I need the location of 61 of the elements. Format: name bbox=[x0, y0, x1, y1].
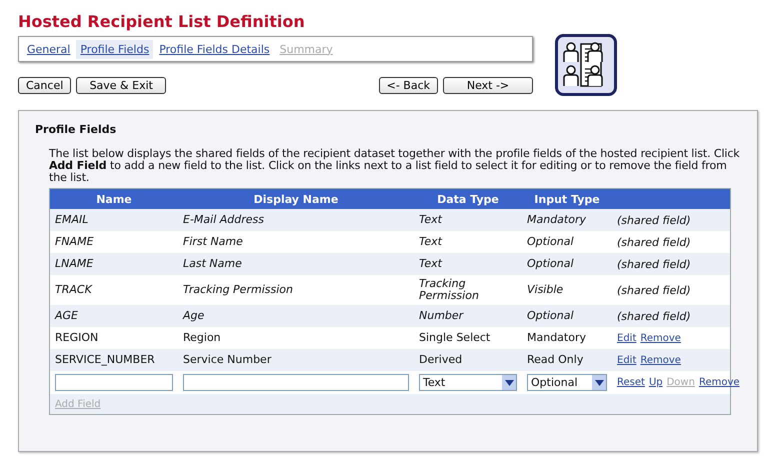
data-type-select[interactable]: Text bbox=[419, 374, 517, 391]
tab[interactable]: Profile Fields Details bbox=[155, 40, 274, 58]
shared-field-note: (shared field) bbox=[617, 256, 691, 272]
action-button[interactable]: Save & Exit bbox=[76, 77, 166, 94]
tab[interactable]: General bbox=[23, 40, 74, 58]
table-cell-text: Region bbox=[182, 330, 222, 346]
column-header: Input Type bbox=[533, 192, 601, 206]
action-button[interactable]: Cancel bbox=[18, 77, 72, 94]
people-list-icon bbox=[555, 34, 617, 96]
table-cell-text: Service Number bbox=[182, 352, 272, 368]
section-heading: Profile Fields bbox=[35, 123, 118, 136]
table-cell-text: Mandatory bbox=[526, 330, 588, 346]
table-cell-text: Derived bbox=[418, 352, 464, 368]
table-cell-text: Last Name bbox=[182, 256, 243, 272]
tab[interactable]: Profile Fields bbox=[76, 40, 154, 58]
table-cell-text: LNAME bbox=[54, 256, 94, 272]
name-input[interactable] bbox=[55, 374, 173, 391]
table-cell-text: TRACK bbox=[54, 282, 94, 298]
column-header: Data Type bbox=[436, 192, 500, 206]
column-header: Display Name bbox=[252, 192, 340, 206]
table-cell-text: SERVICE_NUMBER bbox=[54, 352, 156, 368]
row-link[interactable]: Edit bbox=[617, 332, 636, 344]
table-cell-text: Text bbox=[418, 256, 444, 272]
input-type-select[interactable]: Optional bbox=[527, 374, 607, 391]
table-cell-text: First Name bbox=[182, 234, 244, 250]
table-cell-text: Mandatory bbox=[526, 212, 588, 228]
table-cell-text: Tracking Permission bbox=[418, 276, 480, 304]
nav-button[interactable]: <- Back bbox=[378, 77, 438, 94]
table-cell-text: Text bbox=[418, 234, 444, 250]
table-cell-text: Optional bbox=[526, 256, 575, 272]
row-link[interactable]: Remove bbox=[698, 377, 740, 388]
row-link[interactable]: Edit bbox=[617, 354, 636, 366]
table-cell-text: Read Only bbox=[526, 352, 584, 368]
table-cell-text: Optional bbox=[526, 308, 575, 324]
row-link[interactable]: Remove bbox=[640, 332, 681, 344]
table-cell-text: REGION bbox=[54, 330, 100, 346]
shared-field-note: (shared field) bbox=[617, 212, 691, 228]
display-name-input[interactable] bbox=[183, 374, 409, 391]
page-title: Hosted Recipient List Definition bbox=[18, 12, 306, 31]
table-cell-text: AGE bbox=[54, 308, 79, 324]
shared-field-note: (shared field) bbox=[617, 234, 691, 250]
row-link[interactable]: Reset bbox=[617, 377, 645, 388]
table-cell-text: FNAME bbox=[54, 234, 95, 250]
table-cell-text: E-Mail Address bbox=[182, 212, 266, 228]
row-link[interactable]: Remove bbox=[640, 354, 681, 366]
dropdown-arrow-icon bbox=[504, 380, 514, 386]
table-cell-text: Visible bbox=[526, 282, 564, 298]
dropdown-arrow-icon bbox=[594, 380, 604, 386]
row-link[interactable]: Up bbox=[648, 377, 663, 388]
column-header: Name bbox=[95, 192, 133, 206]
table-cell-text: Text bbox=[418, 212, 444, 228]
table-cell-text: Optional bbox=[526, 234, 575, 250]
intro-text: The list below displays the shared fields of the recipient dataset together with the profile fields of the hosted recipient list. Click Add Field to add a new field to the list. Click on the links next to a list field to select it for editing or to remove the field from the list. bbox=[49, 148, 741, 184]
table-cell-text: EMAIL bbox=[54, 212, 90, 228]
table-cell-text: Single Select bbox=[418, 330, 492, 346]
shared-field-note: (shared field) bbox=[617, 282, 691, 298]
table-cell-text: Number bbox=[418, 308, 465, 324]
table-cell-text: Age bbox=[182, 308, 206, 324]
table-cell-text: Tracking Permission bbox=[182, 282, 294, 298]
shared-field-note: (shared field) bbox=[617, 308, 691, 324]
nav-button[interactable]: Next -> bbox=[443, 77, 533, 94]
